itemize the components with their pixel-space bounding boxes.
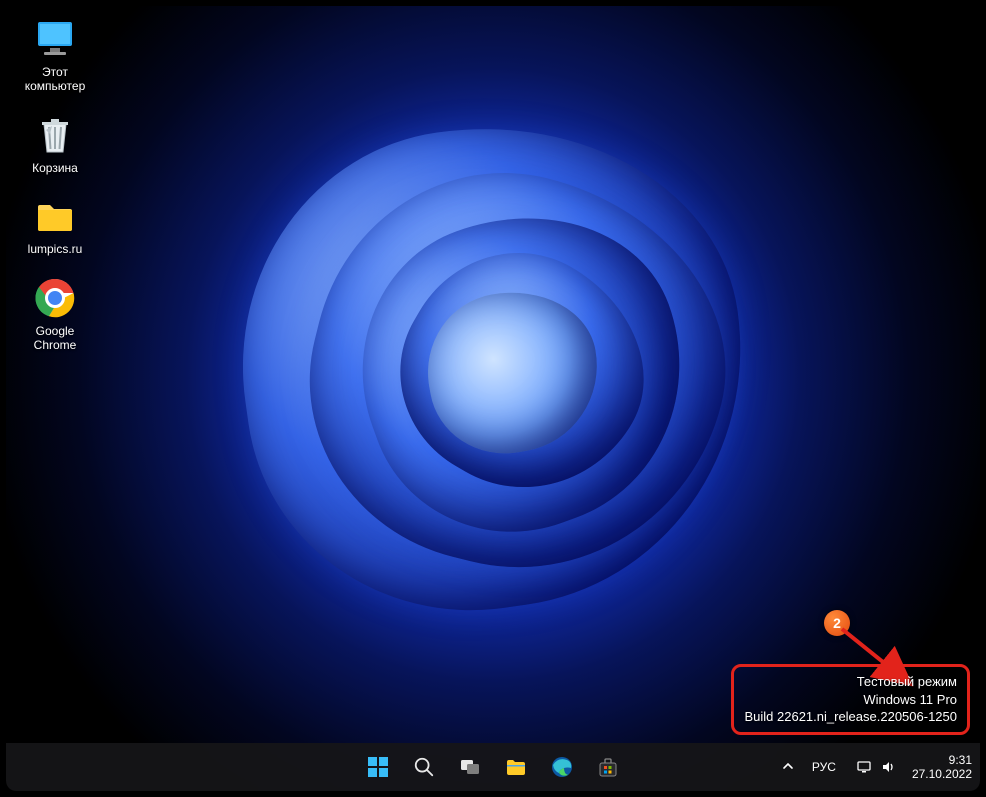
search-icon <box>413 756 435 778</box>
desktop-icon-label: GoogleChrome <box>16 325 94 353</box>
clock-date: 27.10.2022 <box>912 767 972 781</box>
watermark-line-1: Тестовый режим <box>744 673 957 691</box>
start-button[interactable] <box>358 747 398 787</box>
taskbar-center <box>358 747 628 787</box>
search-button[interactable] <box>404 747 444 787</box>
store-icon <box>596 755 620 779</box>
clock[interactable]: 9:31 27.10.2022 <box>912 753 972 782</box>
taskbar: РУС 9:31 27.10.2022 <box>6 743 980 791</box>
desktop-icon-folder-lumpics[interactable]: lumpics.ru <box>16 193 94 257</box>
language-indicator[interactable]: РУС <box>808 756 840 778</box>
annotation-badge-number: 2 <box>833 615 841 631</box>
chrome-icon <box>32 275 78 321</box>
file-explorer-button[interactable] <box>496 747 536 787</box>
desktop-icon-this-pc[interactable]: Этоткомпьютер <box>16 16 94 94</box>
annotation-badge: 2 <box>824 610 850 636</box>
chevron-up-icon <box>782 760 794 772</box>
desktop-icon-recycle-bin[interactable]: Корзина <box>16 112 94 176</box>
desktop-screen: Этоткомпьютер Корзина lum <box>6 6 980 791</box>
volume-icon <box>880 759 896 775</box>
desktop-icons: Этоткомпьютер Корзина lum <box>16 16 94 353</box>
folder-icon <box>32 193 78 239</box>
task-view-button[interactable] <box>450 747 490 787</box>
windows-logo-icon <box>366 755 390 779</box>
tray-overflow-button[interactable] <box>778 756 798 779</box>
desktop-icon-label: lumpics.ru <box>16 243 94 257</box>
desktop-icon-chrome[interactable]: GoogleChrome <box>16 275 94 353</box>
taskbar-tray: РУС 9:31 27.10.2022 <box>778 743 972 791</box>
monitor-icon <box>32 16 78 62</box>
edge-button[interactable] <box>542 747 582 787</box>
folder-icon <box>504 755 528 779</box>
watermark-line-2: Windows 11 Pro <box>744 691 957 709</box>
clock-time: 9:31 <box>912 753 972 767</box>
watermark-line-3: Build 22621.ni_release.220506-1250 <box>744 708 957 726</box>
recycle-bin-icon <box>32 112 78 158</box>
task-view-icon <box>458 755 482 779</box>
desktop-icon-label: Корзина <box>16 162 94 176</box>
microsoft-store-button[interactable] <box>588 747 628 787</box>
test-mode-watermark: Тестовый режим Windows 11 Pro Build 2262… <box>731 664 970 735</box>
desktop-icon-label: Этоткомпьютер <box>16 66 94 94</box>
edge-icon <box>550 755 574 779</box>
wallpaper-bloom <box>213 87 773 647</box>
network-icon <box>856 759 872 775</box>
tray-status-icons[interactable] <box>850 755 902 779</box>
